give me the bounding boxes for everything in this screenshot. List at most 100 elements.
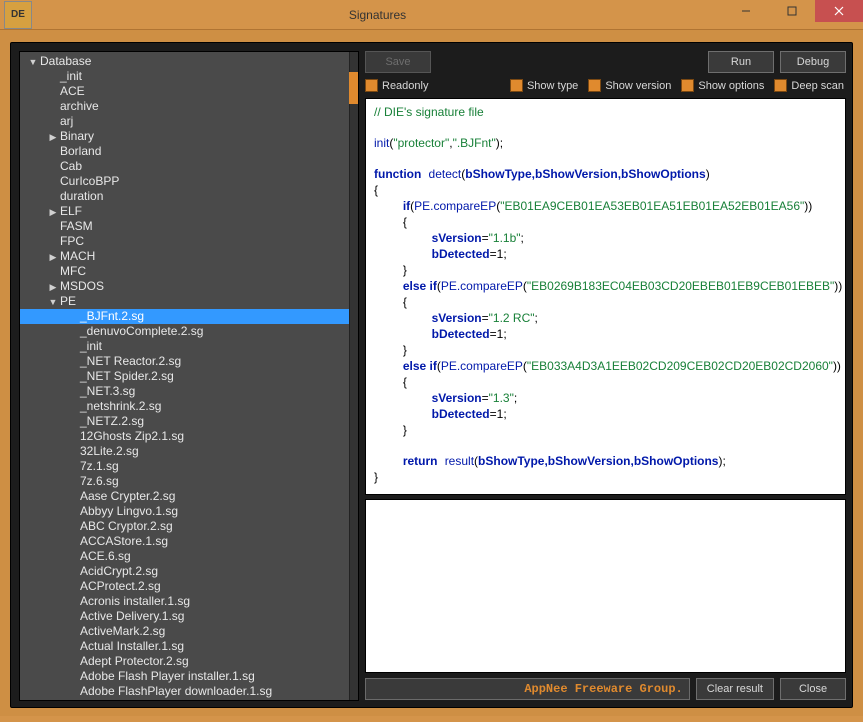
tree-item[interactable]: arj bbox=[20, 114, 349, 129]
tree-item[interactable]: FPC bbox=[20, 234, 349, 249]
tree-item[interactable]: Active Delivery.1.sg bbox=[20, 609, 349, 624]
tree-panel: ▼Database_initACEarchivearj▶BinaryBorlan… bbox=[19, 51, 359, 701]
tree-item[interactable]: MFC bbox=[20, 264, 349, 279]
readonly-checkbox[interactable]: Readonly bbox=[365, 79, 428, 92]
close-button[interactable]: Close bbox=[780, 678, 846, 700]
tree-item[interactable]: ▼PE bbox=[20, 294, 349, 309]
checkbox-icon bbox=[681, 79, 694, 92]
tree-item-label: Adept Protector.2.sg bbox=[78, 654, 189, 668]
tree-item[interactable]: _netshrink.2.sg bbox=[20, 399, 349, 414]
tree-item-label: Borland bbox=[58, 144, 101, 158]
tree-item[interactable]: ACE bbox=[20, 84, 349, 99]
tree-item[interactable]: 7z.1.sg bbox=[20, 459, 349, 474]
bottom-frame bbox=[0, 716, 863, 722]
tree-item[interactable]: ▶MSDOS bbox=[20, 279, 349, 294]
tree-item[interactable]: _init bbox=[20, 69, 349, 84]
code-editor[interactable]: // DIE's signature file init("protector"… bbox=[365, 98, 846, 495]
tree-scrollbar[interactable] bbox=[349, 52, 358, 700]
checkbox-label: Deep scan bbox=[791, 80, 844, 92]
minimize-button[interactable] bbox=[723, 0, 769, 22]
tree-item[interactable]: 32Lite.2.sg bbox=[20, 444, 349, 459]
show-type-checkbox[interactable]: Show type bbox=[510, 79, 578, 92]
tree-item[interactable]: 7z.6.sg bbox=[20, 474, 349, 489]
tree-item-label: _init bbox=[78, 339, 102, 353]
maximize-button[interactable] bbox=[769, 0, 815, 22]
tree-item[interactable]: Adobe Flash Player installer.1.sg bbox=[20, 669, 349, 684]
tree-item-label: Active Delivery.1.sg bbox=[78, 609, 184, 623]
tree-item-label: ACE bbox=[58, 84, 85, 98]
tree-item-label: Actual Installer.1.sg bbox=[78, 639, 184, 653]
chevron-right-icon[interactable]: ▶ bbox=[48, 250, 58, 265]
tree-item[interactable]: Adobe FlashPlayer downloader.1.sg bbox=[20, 684, 349, 699]
tree-item[interactable]: ABC Cryptor.2.sg bbox=[20, 519, 349, 534]
tree-item-label: 32Lite.2.sg bbox=[78, 444, 139, 458]
tree-item-label: AcidCrypt.2.sg bbox=[78, 564, 158, 578]
app-icon: DE bbox=[4, 1, 32, 29]
clear-result-button[interactable]: Clear result bbox=[696, 678, 774, 700]
tree-item[interactable]: ▶Binary bbox=[20, 129, 349, 144]
tree-item[interactable]: CurIcoBPP bbox=[20, 174, 349, 189]
watermark-text: AppNee Freeware Group. bbox=[524, 682, 682, 696]
tree-item-label: _denuvoComplete.2.sg bbox=[78, 324, 203, 338]
show-version-checkbox[interactable]: Show version bbox=[588, 79, 671, 92]
tree-item[interactable]: ▶ELF bbox=[20, 204, 349, 219]
tree-item[interactable]: Adept Protector.2.sg bbox=[20, 654, 349, 669]
tree-item[interactable]: ▼Database bbox=[20, 54, 349, 69]
chevron-right-icon[interactable]: ▶ bbox=[48, 130, 58, 145]
tree-item[interactable]: _NET.3.sg bbox=[20, 384, 349, 399]
tree-item[interactable]: _denuvoComplete.2.sg bbox=[20, 324, 349, 339]
tree-item[interactable]: AcidCrypt.2.sg bbox=[20, 564, 349, 579]
window-title: Signatures bbox=[32, 8, 723, 22]
tree-item[interactable]: _NETZ.2.sg bbox=[20, 414, 349, 429]
tree-item[interactable]: _BJFnt.2.sg bbox=[20, 309, 349, 324]
scrollbar-thumb[interactable] bbox=[349, 72, 358, 104]
tree-item-label: ACCAStore.1.sg bbox=[78, 534, 168, 548]
tree-item-label: _NET Spider.2.sg bbox=[78, 369, 174, 383]
close-window-button[interactable] bbox=[815, 0, 863, 22]
tree-item-label: 7z.1.sg bbox=[78, 459, 119, 473]
chevron-right-icon[interactable]: ▶ bbox=[48, 280, 58, 295]
tree-item-label: FASM bbox=[58, 219, 93, 233]
tree-item-label: _NET.3.sg bbox=[78, 384, 135, 398]
tree-item-label: 12Ghosts Zip2.1.sg bbox=[78, 429, 184, 443]
run-button[interactable]: Run bbox=[708, 51, 774, 73]
tree-item-label: _netshrink.2.sg bbox=[78, 399, 161, 413]
tree-item[interactable]: _init bbox=[20, 339, 349, 354]
tree-item-label: duration bbox=[58, 189, 103, 203]
tree-item[interactable]: _NET Reactor.2.sg bbox=[20, 354, 349, 369]
tree-item[interactable]: Borland bbox=[20, 144, 349, 159]
chevron-down-icon[interactable]: ▼ bbox=[28, 55, 38, 70]
titlebar: DE Signatures bbox=[0, 0, 863, 30]
checkbox-icon bbox=[510, 79, 523, 92]
debug-button[interactable]: Debug bbox=[780, 51, 846, 73]
tree-item[interactable]: ACE.6.sg bbox=[20, 549, 349, 564]
tree-item-label: Database bbox=[38, 54, 91, 68]
checkbox-icon bbox=[774, 79, 787, 92]
tree-item[interactable]: ▶MACH bbox=[20, 249, 349, 264]
show-options-checkbox[interactable]: Show options bbox=[681, 79, 764, 92]
tree-item-label: _NET Reactor.2.sg bbox=[78, 354, 181, 368]
tree-item[interactable]: ACCAStore.1.sg bbox=[20, 534, 349, 549]
tree-item[interactable]: FASM bbox=[20, 219, 349, 234]
output-panel[interactable] bbox=[365, 499, 846, 673]
deep-scan-checkbox[interactable]: Deep scan bbox=[774, 79, 844, 92]
tree-item-label: Adobe Flash Player installer.1.sg bbox=[78, 669, 255, 683]
tree-item[interactable]: ACProtect.2.sg bbox=[20, 579, 349, 594]
checkbox-icon bbox=[365, 79, 378, 92]
chevron-right-icon[interactable]: ▶ bbox=[48, 205, 58, 220]
chevron-down-icon[interactable]: ▼ bbox=[48, 295, 58, 310]
tree-item[interactable]: _NET Spider.2.sg bbox=[20, 369, 349, 384]
tree-item[interactable]: duration bbox=[20, 189, 349, 204]
tree-item-label: ActiveMark.2.sg bbox=[78, 624, 165, 638]
save-button: Save bbox=[365, 51, 431, 73]
tree-item-label: archive bbox=[58, 99, 99, 113]
tree-item[interactable]: Actual Installer.1.sg bbox=[20, 639, 349, 654]
tree-item[interactable]: ActiveMark.2.sg bbox=[20, 624, 349, 639]
tree-item[interactable]: Aase Crypter.2.sg bbox=[20, 489, 349, 504]
tree-item[interactable]: Abbyy Lingvo.1.sg bbox=[20, 504, 349, 519]
tree-item[interactable]: archive bbox=[20, 99, 349, 114]
tree-item[interactable]: 12Ghosts Zip2.1.sg bbox=[20, 429, 349, 444]
tree-item[interactable]: Cab bbox=[20, 159, 349, 174]
tree-item[interactable]: Acronis installer.1.sg bbox=[20, 594, 349, 609]
tree-item-label: ACProtect.2.sg bbox=[78, 579, 161, 593]
